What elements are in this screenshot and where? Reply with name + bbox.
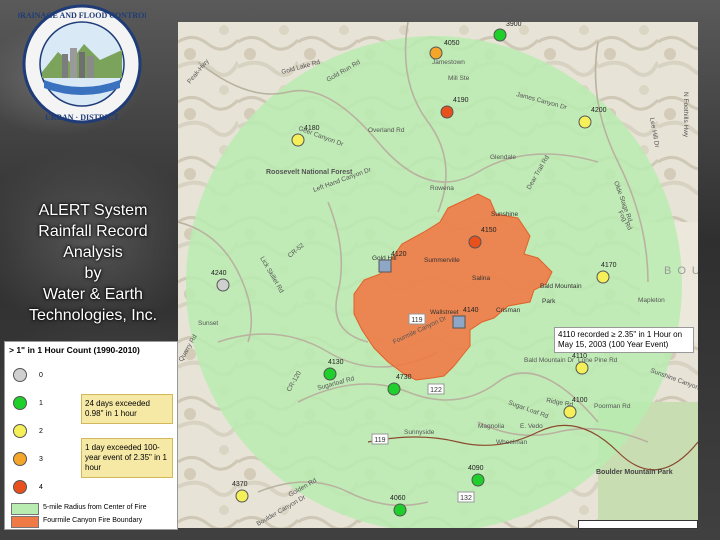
shield-label: 132 [460, 495, 472, 502]
shield-label: 119 [411, 317, 422, 324]
title-line: Water & Earth [43, 286, 143, 303]
place-label: N Foothills Hwy [682, 92, 689, 138]
svg-text:DRAINAGE AND FLOOD CONTROL: DRAINAGE AND FLOOD CONTROL [18, 11, 146, 20]
gauge-marker-3900 [493, 28, 507, 42]
place-label: Overland Rd [368, 127, 405, 134]
place-label: Rowena [430, 185, 454, 192]
gauge-label: 4110 [572, 353, 587, 360]
gauge-label: 4050 [444, 40, 460, 47]
place-label: Sunset [198, 320, 218, 327]
gauge-label: 4200 [591, 107, 607, 114]
title-line: by [84, 265, 102, 282]
gauge-label: 4730 [396, 374, 412, 381]
gauge-label: 4120 [391, 251, 407, 258]
legend-count-0 [11, 366, 31, 386]
place-label: Poorman Rd [594, 403, 631, 410]
place-label: BOULDER COLO [664, 265, 698, 277]
legend-note-exceeded: 24 days exceeded 0.98" in 1 hour [81, 394, 173, 424]
gauge-label: 4090 [468, 465, 484, 472]
gauge-marker-4140 [452, 315, 466, 329]
radius-label: 5-mile Radius from Center of Fire [43, 504, 147, 511]
legend-count-2 [11, 422, 31, 442]
gauge-dot-icon [13, 368, 27, 382]
place-label: Sunnyside [404, 429, 435, 436]
legend-count-label: 3 [39, 456, 43, 463]
title-line: ALERT System [38, 202, 148, 219]
gauge-marker-4190 [440, 105, 454, 119]
title-line: Technologies, Inc. [28, 307, 158, 324]
place-label: Jamestown [432, 59, 465, 66]
place-label: Salina [472, 275, 490, 282]
gauge-marker-4180 [291, 133, 305, 147]
place-label: Mapleton [638, 297, 665, 304]
legend-count-label: 1 [39, 400, 43, 407]
place-label: Bald Mountain Dr [524, 357, 575, 364]
gauge-label: 4170 [601, 262, 617, 269]
shield-label: 122 [430, 387, 442, 394]
place-label: Magnolia [478, 423, 505, 430]
gauge-dot-icon [13, 396, 27, 410]
gauge-label: 4060 [390, 495, 406, 502]
legend-count-4 [11, 478, 31, 498]
gauge-label: 4150 [481, 227, 497, 234]
title-line: Rainfall Record [38, 223, 148, 240]
gauge-marker-4060 [393, 503, 407, 517]
map-canvas: 119 122 132 119 Jamestown Roosevelt Nati… [178, 22, 698, 528]
legend-count-label: 0 [39, 372, 43, 379]
gauge-label: 4130 [328, 359, 344, 366]
gauge-label: 4370 [232, 481, 248, 488]
gauge-marker-4200 [578, 115, 592, 129]
gauge-dot-icon [13, 424, 27, 438]
gauge-label: 4100 [572, 397, 588, 404]
record-callout: 4110 recorded ≥ 2.35" in 1 Hour on May 1… [554, 327, 694, 353]
gauge-marker-4090 [471, 473, 485, 487]
gauge-marker-4120 [378, 259, 392, 273]
place-label: Bald Mountain [540, 283, 582, 290]
legend-count-label: 2 [39, 428, 43, 435]
gauge-marker-4110 [575, 361, 589, 375]
place-label: Park [542, 298, 556, 305]
map-legend: > 1" in 1 Hour Count (1990-2010) 0 1 2 3… [4, 341, 178, 530]
title-line: Analysis [63, 244, 123, 261]
fire-swatch [11, 516, 39, 528]
gauge-marker-4170 [596, 270, 610, 284]
place-label: Glendale [490, 154, 516, 161]
gauge-marker-4050 [429, 46, 443, 60]
fire-label: Fourmile Canyon Fire Boundary [43, 517, 143, 524]
place-label: Wheelman [496, 439, 527, 446]
gauge-marker-4240 [216, 278, 230, 292]
legend-count-label: 4 [39, 484, 43, 491]
gauge-label: 3900 [506, 22, 522, 28]
map-panel: 119 122 132 119 Jamestown Roosevelt Nati… [178, 22, 698, 528]
gauge-dot-icon [13, 480, 27, 494]
place-label: E. Vedo [520, 423, 543, 430]
gauge-label: 4190 [453, 97, 469, 104]
legend-note-100yr: 1 day exceeded 100-year event of 2.35" i… [81, 438, 173, 478]
udfcd-logo: DRAINAGE AND FLOOD CONTROL URBAN · DISTR… [18, 4, 146, 124]
gauge-marker-4370 [235, 489, 249, 503]
gauge-marker-4130 [323, 367, 337, 381]
scale-bar [578, 520, 698, 529]
radius-swatch [11, 503, 39, 515]
place-label: Crisman [496, 307, 521, 314]
legend-title: > 1" in 1 Hour Count (1990-2010) [9, 345, 140, 355]
gauge-label: 4240 [211, 270, 227, 277]
gauge-label: 4180 [304, 125, 320, 132]
gauge-label: 4140 [463, 307, 479, 314]
place-label: Boulder Mountain Park [596, 469, 673, 476]
place-label: Sunshine [491, 211, 518, 218]
place-label: Mill Ste [448, 75, 470, 82]
legend-count-1 [11, 394, 31, 414]
gauge-marker-4730 [387, 382, 401, 396]
gauge-marker-4100 [563, 405, 577, 419]
gauge-marker-4150 [468, 235, 482, 249]
svg-text:URBAN · DISTRICT: URBAN · DISTRICT [45, 113, 119, 122]
place-label: Summerville [424, 257, 460, 264]
place-label: Roosevelt National Forest [266, 169, 353, 176]
shield-label: 119 [374, 437, 385, 444]
gauge-dot-icon [13, 452, 27, 466]
slide-title: ALERT System Rainfall Record Analysis by… [14, 200, 172, 326]
legend-count-3 [11, 450, 31, 470]
